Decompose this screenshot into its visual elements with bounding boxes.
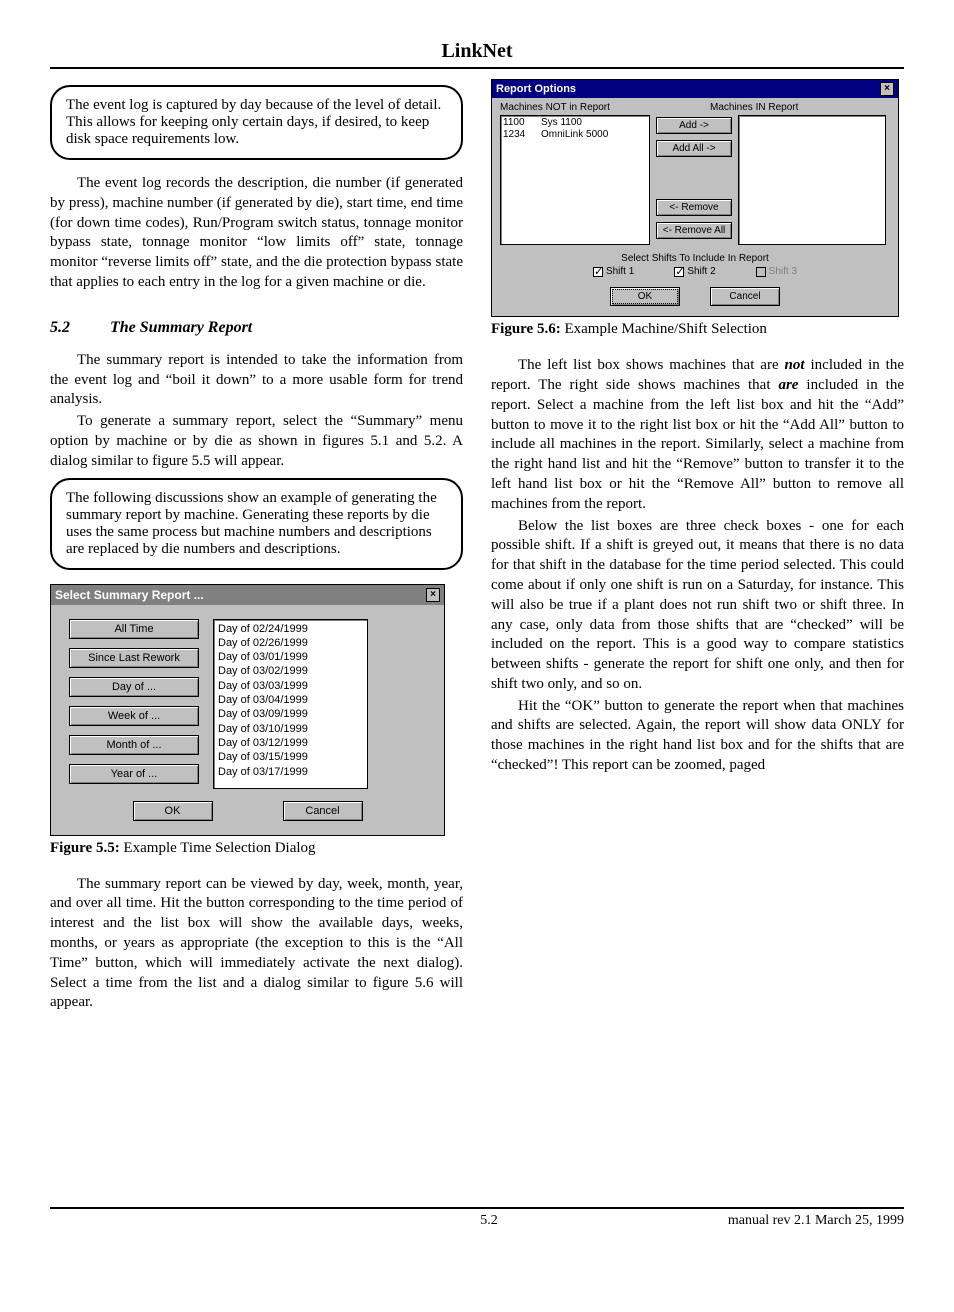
close-icon[interactable]: × — [426, 588, 440, 602]
shift-3-checkbox: Shift 3 — [756, 266, 797, 277]
figure-label: Figure 5.6: — [491, 321, 561, 337]
shift-label: Shift 3 — [769, 266, 797, 277]
all-time-button[interactable]: All Time — [69, 619, 199, 639]
add-all-button[interactable]: Add All -> — [656, 140, 732, 157]
year-of-button[interactable]: Year of ... — [69, 764, 199, 784]
list-item[interactable]: Day of 03/15/1999 — [218, 750, 363, 764]
list-item[interactable]: Day of 03/02/1999 — [218, 664, 363, 678]
section-5-2-heading: 5.2The Summary Report — [50, 319, 463, 337]
list-item[interactable]: Day of 03/12/1999 — [218, 736, 363, 750]
cancel-button[interactable]: Cancel — [283, 801, 363, 821]
para-listboxes: The left list box shows machines that ar… — [491, 356, 904, 514]
list-item[interactable]: Day of 03/03/1999 — [218, 679, 363, 693]
figure-label: Figure 5.5: — [50, 840, 120, 856]
remove-all-button[interactable]: <- Remove All — [656, 222, 732, 239]
in-report-label: Machines IN Report — [710, 102, 798, 113]
ok-button[interactable]: OK — [610, 287, 680, 306]
para-summary-intent: The summary report is intended to take t… — [50, 351, 463, 410]
machine-desc: Sys 1100 — [541, 117, 582, 129]
para-checkboxes: Below the list boxes are three check box… — [491, 517, 904, 695]
list-item[interactable]: Day of 03/10/1999 — [218, 722, 363, 736]
select-summary-report-dialog: Select Summary Report ... × All Time Sin… — [50, 584, 445, 836]
list-item[interactable]: Day of 02/26/1999 — [218, 636, 363, 650]
checkbox-icon — [756, 267, 766, 277]
list-item[interactable]: 1100 Sys 1100 — [503, 117, 647, 129]
callout-example-note: The following discussions show an exampl… — [50, 478, 463, 570]
dialog-titlebar[interactable]: Select Summary Report ... × — [51, 585, 444, 605]
machines-not-in-report-list[interactable]: 1100 Sys 1100 1234 OmniLink 5000 — [500, 115, 650, 245]
not-in-report-label: Machines NOT in Report — [500, 102, 710, 113]
list-item[interactable]: Day of 03/17/1999 — [218, 765, 363, 779]
list-item[interactable]: Day of 03/04/1999 — [218, 693, 363, 707]
figure-text: Example Time Selection Dialog — [120, 840, 316, 856]
figure-5-5-caption: Figure 5.5: Example Time Selection Dialo… — [50, 840, 463, 857]
remove-button[interactable]: <- Remove — [656, 199, 732, 216]
figure-text: Example Machine/Shift Selection — [561, 321, 767, 337]
emphasis-are: are — [778, 377, 798, 393]
text: The left list box shows machines that ar… — [518, 357, 785, 373]
dialog-title: Report Options — [496, 83, 576, 95]
machine-desc: OmniLink 5000 — [541, 129, 608, 141]
page-footer: 5.2 manual rev 2.1 March 25, 1999 — [50, 1207, 904, 1229]
day-of-button[interactable]: Day of ... — [69, 677, 199, 697]
add-button[interactable]: Add -> — [656, 117, 732, 134]
section-number: 5.2 — [50, 319, 110, 337]
shift-label: Shift 2 — [687, 266, 715, 277]
week-of-button[interactable]: Week of ... — [69, 706, 199, 726]
dialog-titlebar[interactable]: Report Options × — [492, 80, 898, 98]
dialog-title: Select Summary Report ... — [55, 588, 204, 602]
since-last-rework-button[interactable]: Since Last Rework — [69, 648, 199, 668]
month-of-button[interactable]: Month of ... — [69, 735, 199, 755]
page-number: 5.2 — [250, 1213, 728, 1229]
list-item[interactable]: Day of 02/24/1999 — [218, 622, 363, 636]
shift-1-checkbox[interactable]: Shift 1 — [593, 266, 634, 277]
cancel-button[interactable]: Cancel — [710, 287, 780, 306]
manual-revision: manual rev 2.1 March 25, 1999 — [728, 1213, 904, 1229]
figure-5-6-caption: Figure 5.6: Example Machine/Shift Select… — [491, 321, 904, 338]
checkbox-icon — [674, 267, 684, 277]
shift-label: Shift 1 — [606, 266, 634, 277]
shift-2-checkbox[interactable]: Shift 2 — [674, 266, 715, 277]
machines-in-report-list[interactable] — [738, 115, 886, 245]
para-event-log-details: The event log records the description, d… — [50, 174, 463, 293]
emphasis-not: not — [785, 357, 805, 373]
header-rule — [50, 67, 904, 69]
report-options-dialog: Report Options × Machines NOT in Report … — [491, 79, 899, 317]
para-ok-generate: Hit the “OK” button to generate the repo… — [491, 697, 904, 776]
ok-button[interactable]: OK — [133, 801, 213, 821]
list-item[interactable]: Day of 03/09/1999 — [218, 707, 363, 721]
list-item[interactable]: 1234 OmniLink 5000 — [503, 129, 647, 141]
shifts-label: Select Shifts To Include In Report — [492, 253, 898, 264]
machine-id: 1234 — [503, 129, 531, 141]
section-title: The Summary Report — [110, 319, 252, 336]
callout-event-log: The event log is captured by day because… — [50, 85, 463, 160]
time-list[interactable]: Day of 02/24/1999 Day of 02/26/1999 Day … — [213, 619, 368, 789]
para-generate-summary: To generate a summary report, select the… — [50, 412, 463, 471]
para-view-by-period: The summary report can be viewed by day,… — [50, 875, 463, 1014]
text: included in the report. Select a machine… — [491, 377, 904, 512]
page-title: LinkNet — [50, 40, 904, 63]
close-icon[interactable]: × — [880, 82, 894, 96]
list-item[interactable]: Day of 03/01/1999 — [218, 650, 363, 664]
machine-id: 1100 — [503, 117, 531, 129]
checkbox-icon — [593, 267, 603, 277]
